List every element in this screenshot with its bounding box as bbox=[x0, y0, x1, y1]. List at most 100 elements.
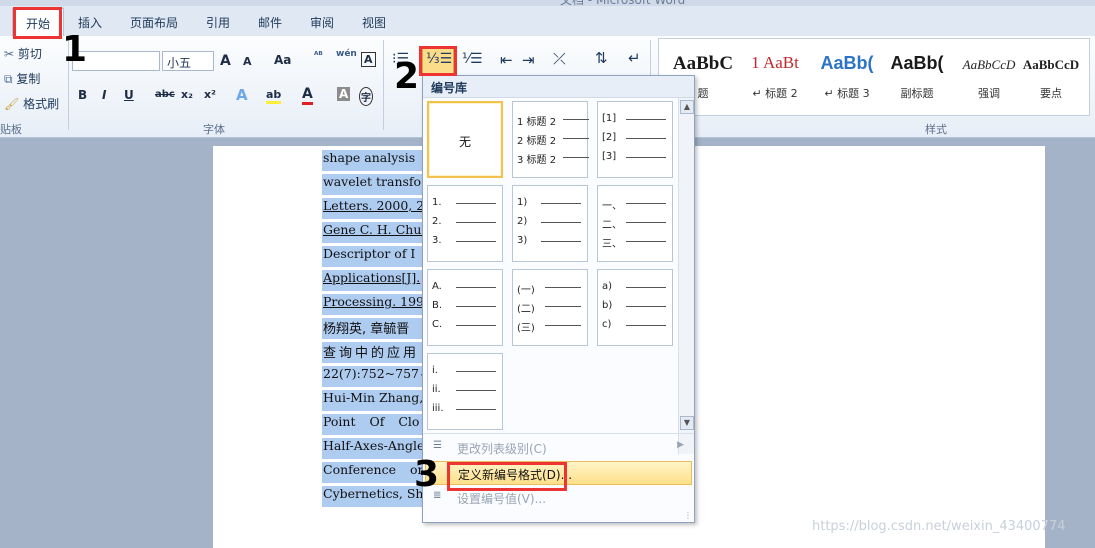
numbering-option[interactable]: 1) 2) 3) bbox=[512, 185, 588, 262]
doc-line[interactable]: 22(7):752~757↵ bbox=[322, 366, 426, 387]
doc-line[interactable]: Gene C. H. Chua bbox=[322, 222, 426, 243]
font-size-combo[interactable]: 小五 bbox=[162, 51, 214, 71]
highlight-mark-numbering-button bbox=[419, 46, 457, 76]
numbering-row: 3) bbox=[517, 235, 581, 246]
numbering-option[interactable]: a) b) c) bbox=[597, 269, 673, 346]
row-label: i. bbox=[432, 365, 438, 376]
tab-review[interactable]: 审阅 bbox=[310, 14, 334, 31]
numbering-option[interactable]: 1. 2. 3. bbox=[427, 185, 503, 262]
numbering-option[interactable]: 1 标题 2 2 标题 2 3 标题 2 bbox=[512, 101, 589, 178]
sort-icon: ⇅ bbox=[595, 49, 608, 67]
scroll-up-icon[interactable]: ▲ bbox=[680, 100, 694, 114]
scroll-down-icon[interactable]: ▼ bbox=[680, 416, 694, 430]
superscript-button[interactable]: x² bbox=[204, 88, 216, 101]
row-label: (一) bbox=[517, 285, 535, 296]
tab-page-layout[interactable]: 页面布局 bbox=[130, 14, 178, 31]
tab-references[interactable]: 引用 bbox=[206, 14, 230, 31]
row-line bbox=[626, 222, 666, 223]
sort-button[interactable]: ⇅ bbox=[595, 49, 608, 67]
numbering-none-option[interactable]: 无 bbox=[427, 101, 503, 178]
numbering-option[interactable]: i. ii. iii. bbox=[427, 353, 503, 430]
clear-format-button[interactable]: ᴬᴮ bbox=[314, 51, 323, 61]
gallery-scrollbar[interactable]: ▲ ▼ bbox=[678, 98, 694, 454]
row-line bbox=[456, 325, 496, 326]
cut-button[interactable]: ✂ 剪切 bbox=[4, 45, 42, 62]
font-color-button[interactable]: A bbox=[302, 86, 313, 105]
doc-line[interactable]: Processing. 1996, bbox=[322, 294, 426, 315]
strikethrough-button[interactable]: abc bbox=[155, 89, 175, 100]
doc-line[interactable]: Cybernetics, Sh bbox=[322, 486, 426, 507]
row-label: iii. bbox=[432, 403, 444, 414]
row-label: 2 标题 2 bbox=[517, 136, 557, 147]
row-line bbox=[545, 287, 581, 288]
char-shading-button[interactable]: A bbox=[337, 87, 351, 101]
row-line bbox=[456, 222, 496, 223]
row-line bbox=[456, 306, 496, 307]
numbering-row: 3 标题 2 bbox=[517, 151, 589, 166]
grow-font-button[interactable]: A bbox=[220, 53, 231, 69]
style-preview[interactable]: AaBbCcD bbox=[1011, 57, 1091, 73]
cut-label: 剪切 bbox=[17, 47, 42, 61]
change-case-button[interactable]: Aa bbox=[274, 53, 291, 67]
clipboard-group-label: 贴板 bbox=[0, 123, 22, 136]
subscript-button[interactable]: x₂ bbox=[181, 88, 193, 101]
decrease-indent-button[interactable]: ⇤ bbox=[500, 51, 513, 69]
resize-grip-icon[interactable]: ⋮ bbox=[684, 511, 692, 520]
row-label: 一、 bbox=[602, 201, 622, 212]
doc-line[interactable]: Letters. 2000, 21: bbox=[322, 198, 426, 219]
show-marks-button[interactable]: ↵ bbox=[628, 49, 641, 67]
text-effects-button[interactable]: A bbox=[236, 86, 248, 104]
row-line bbox=[456, 287, 496, 288]
numbering-option[interactable]: 一、 二、 三、 bbox=[597, 185, 673, 262]
none-label: 无 bbox=[458, 135, 471, 149]
chinese-layout-button[interactable]: ⤫ bbox=[553, 49, 566, 69]
chinese-layout-icon: ⤫ bbox=[553, 49, 566, 68]
enclose-char-button[interactable]: 字 bbox=[359, 87, 373, 106]
doc-line[interactable]: shape analysis bbox=[322, 150, 426, 171]
bold-button[interactable]: B bbox=[78, 88, 87, 102]
underline-button[interactable]: U bbox=[124, 88, 134, 102]
doc-line[interactable]: Half-Axes-Angle bbox=[322, 438, 426, 459]
doc-line[interactable]: Conference on bbox=[322, 462, 426, 483]
numbering-option[interactable]: (一) (二) (三) bbox=[512, 269, 588, 346]
row-line bbox=[626, 119, 666, 120]
tab-view[interactable]: 视图 bbox=[362, 14, 386, 31]
row-line bbox=[456, 203, 496, 204]
doc-line[interactable]: Point Of Clo bbox=[322, 414, 426, 435]
shrink-font-button[interactable]: A bbox=[243, 55, 252, 68]
multilevel-list-button[interactable]: ⅟☰ bbox=[462, 51, 483, 67]
row-line bbox=[626, 325, 666, 326]
row-label: 3 标题 2 bbox=[517, 155, 557, 166]
doc-line[interactable]: 查询中的应用 bbox=[322, 342, 426, 363]
copy-button[interactable]: ⧉ 复制 bbox=[4, 70, 40, 87]
numbering-row: 2 标题 2 bbox=[517, 132, 589, 147]
styles-group-label: 样式 bbox=[925, 123, 947, 136]
italic-button[interactable]: I bbox=[102, 88, 106, 102]
numbering-row: [2] bbox=[602, 132, 666, 143]
styles-gallery: AaBbC 题 1 AaBt ↵ 标题 2 AaBb( ↵ 标题 3 AaBb(… bbox=[658, 38, 1090, 116]
row-label: (二) bbox=[517, 304, 535, 315]
scissors-icon: ✂ bbox=[4, 47, 15, 61]
doc-line[interactable]: Descriptor of I bbox=[322, 246, 426, 267]
doc-line[interactable]: wavelet transfo bbox=[322, 174, 426, 195]
numbering-row: B. bbox=[432, 300, 496, 311]
pilcrow-icon: ↵ bbox=[628, 49, 641, 67]
numbering-row: (二) bbox=[517, 300, 581, 315]
tab-mailings[interactable]: 邮件 bbox=[258, 14, 282, 31]
phonetic-guide-button[interactable]: wén bbox=[336, 49, 357, 59]
char-border-button[interactable]: A bbox=[361, 52, 376, 67]
doc-line[interactable]: Applications[J]. bbox=[322, 270, 426, 291]
row-line bbox=[626, 241, 666, 242]
doc-line[interactable]: 杨翔英, 章毓晋 bbox=[322, 318, 426, 339]
numbering-option[interactable]: A. B. C. bbox=[427, 269, 503, 346]
numbering-option[interactable]: [1] [2] [3] bbox=[597, 101, 673, 178]
highlight-button[interactable]: ab bbox=[266, 88, 282, 104]
format-painter-button[interactable]: 🖌 格式刷 bbox=[4, 95, 59, 112]
row-label: ii. bbox=[432, 384, 441, 395]
change-list-level-item: ☰ 更改列表级别(C) ▶ bbox=[425, 436, 692, 460]
numbering-row: 3. bbox=[432, 235, 496, 246]
increase-indent-button[interactable]: ⇥ bbox=[522, 51, 535, 69]
doc-line[interactable]: Hui-Min Zhang, bbox=[322, 390, 426, 411]
row-label: 1) bbox=[517, 197, 528, 208]
row-label: 三、 bbox=[602, 239, 622, 250]
